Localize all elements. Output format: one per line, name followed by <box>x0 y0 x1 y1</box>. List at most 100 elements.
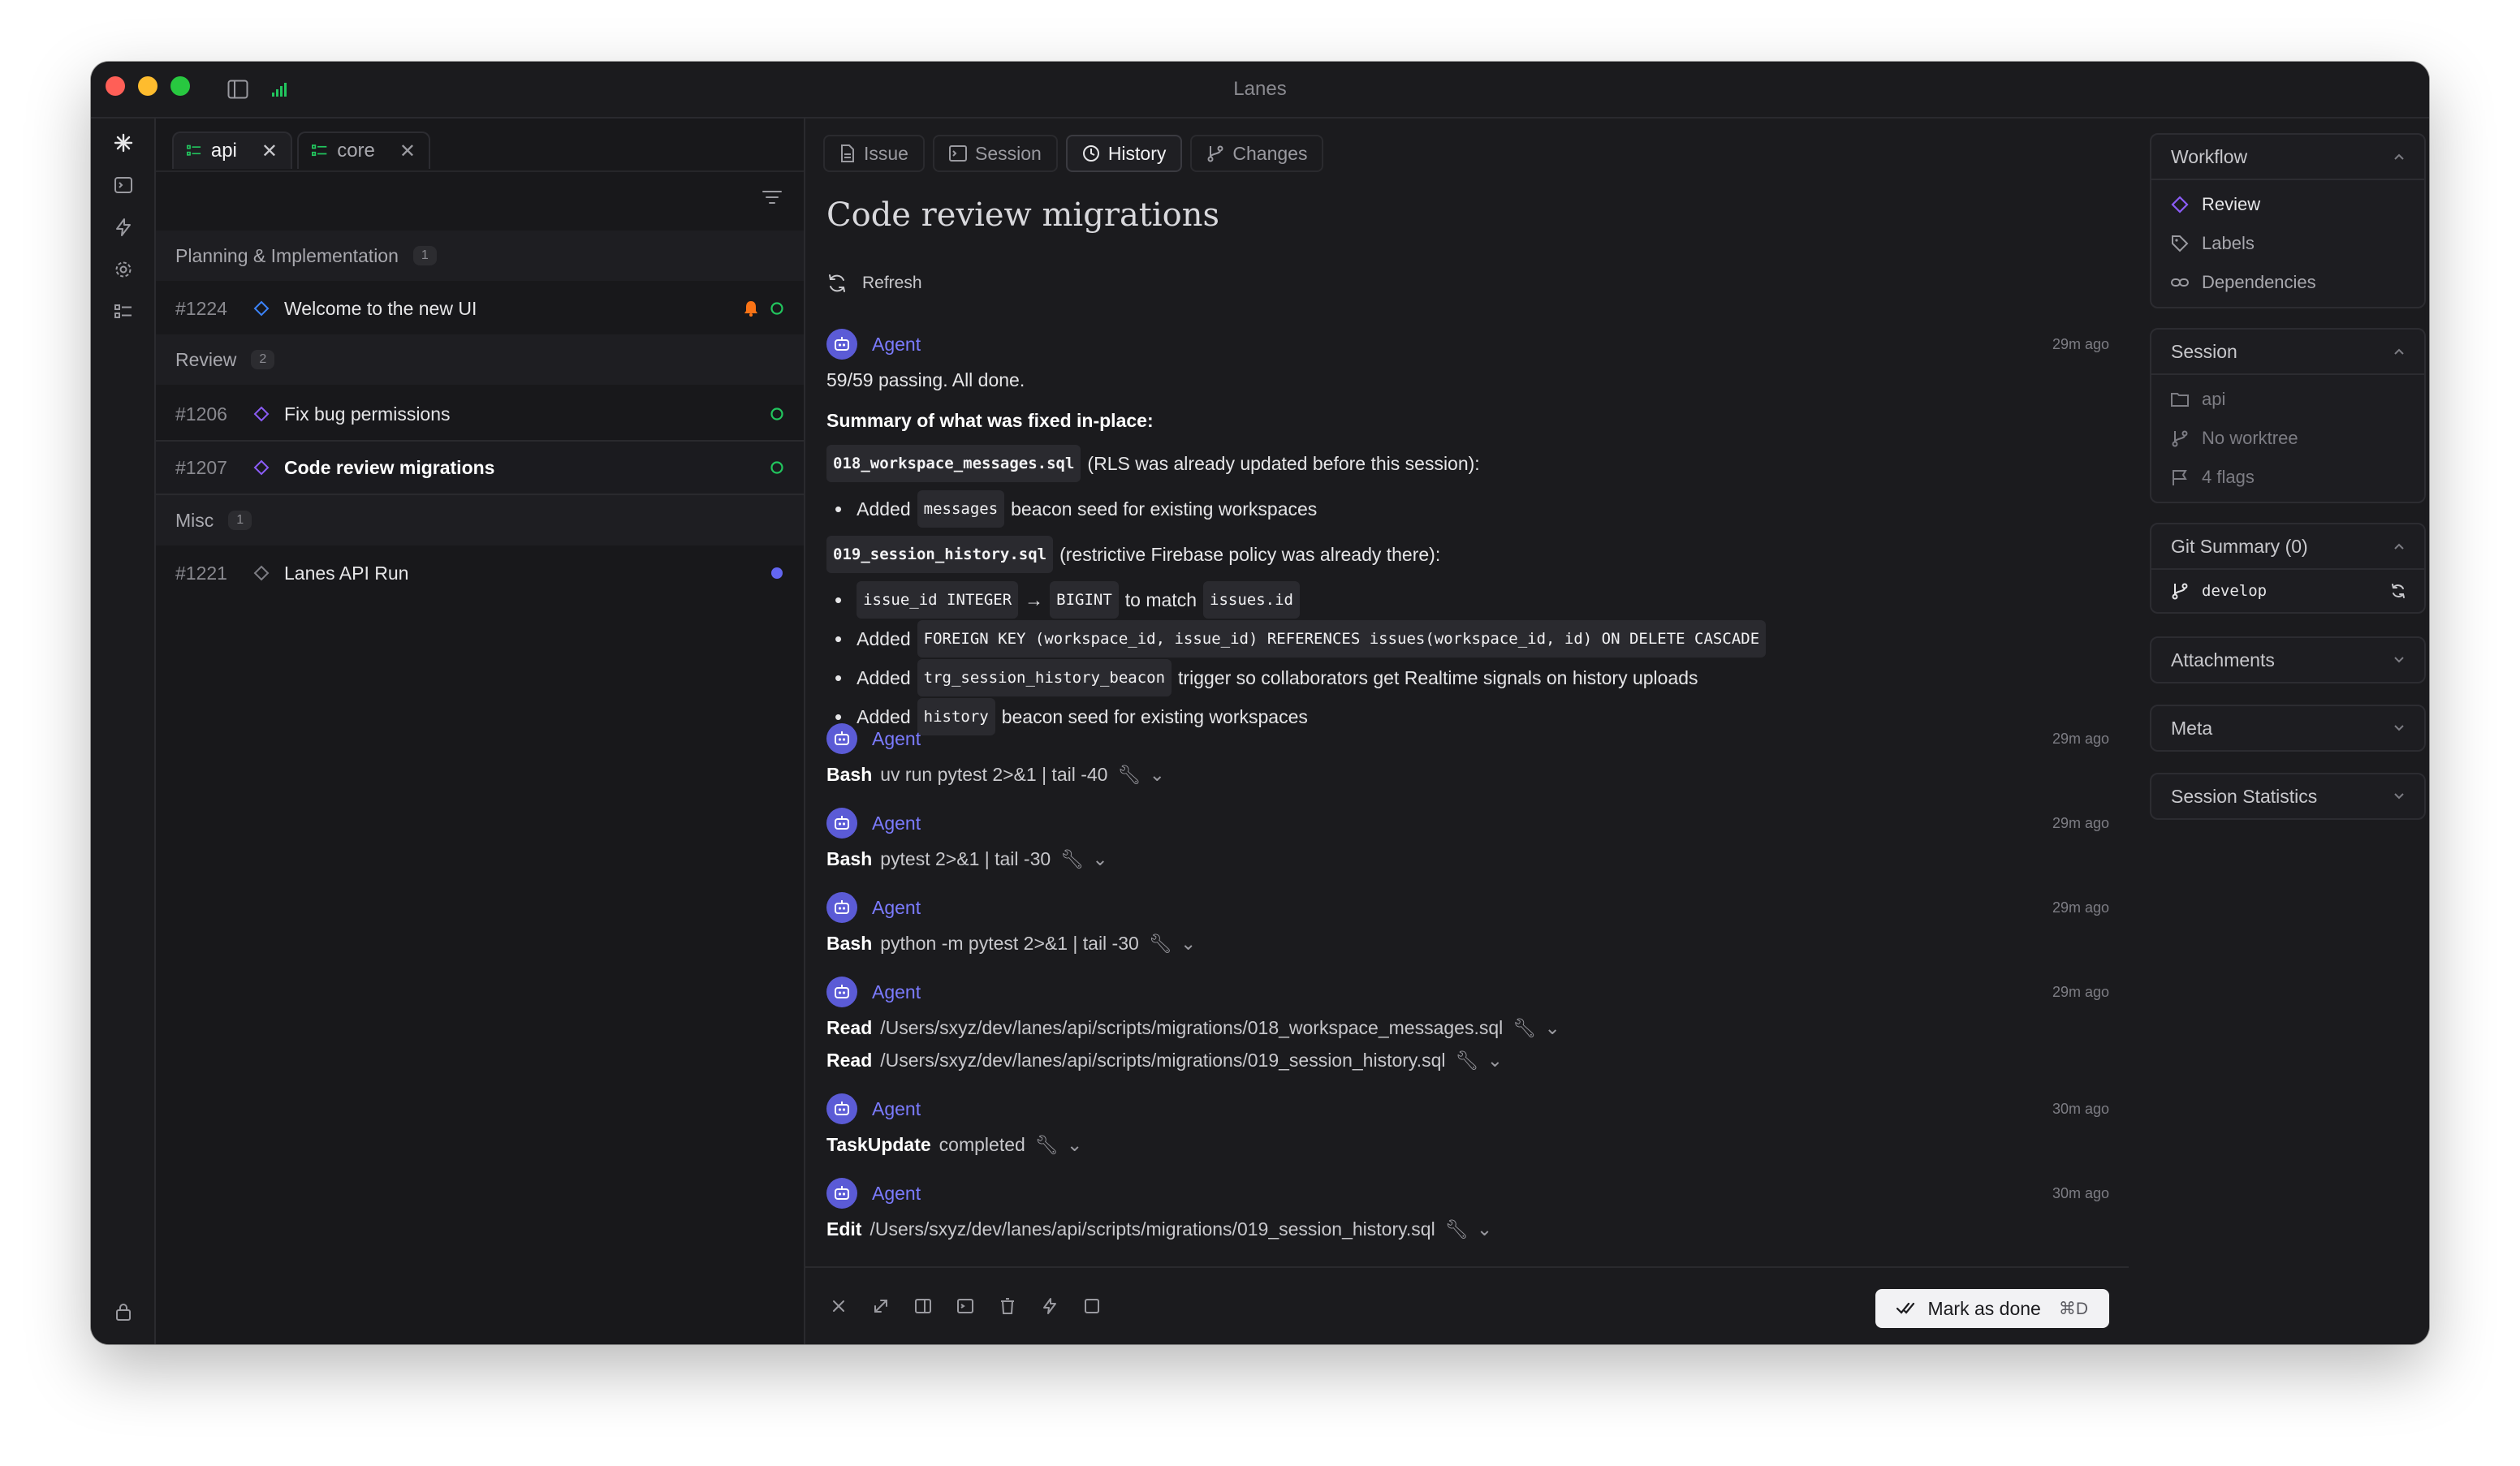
issue-row-1207[interactable]: #1207 Code review migrations <box>156 440 804 495</box>
timestamp: 30m ago <box>2052 1101 2109 1117</box>
trash-icon[interactable] <box>999 1297 1016 1315</box>
sparkle-icon[interactable] <box>114 133 133 153</box>
issue-row-1224[interactable]: #1224 Welcome to the new UI <box>156 282 804 334</box>
issue-title: Lanes API Run <box>284 562 409 584</box>
mark-as-done-button[interactable]: Mark as done ⌘D <box>1875 1289 2109 1328</box>
chevron-down-icon[interactable]: ⌄ <box>1487 1044 1503 1076</box>
tool-args: python -m pytest 2>&1 | tail -30 <box>880 933 1139 954</box>
session-folder[interactable]: api <box>2151 380 2424 419</box>
tool-args: /Users/sxyz/dev/lanes/api/scripts/migrat… <box>880 1017 1504 1038</box>
chevron-down-icon[interactable]: ⌄ <box>1477 1213 1492 1245</box>
tool-call-row[interactable]: Read /Users/sxyz/dev/lanes/api/scripts/m… <box>826 1011 2109 1044</box>
close-tab-icon[interactable]: ✕ <box>399 140 416 163</box>
issue-row-1206[interactable]: #1206 Fix bug permissions <box>156 388 804 440</box>
inline-code: issues.id <box>1203 581 1300 619</box>
bolt-icon[interactable] <box>1041 1297 1059 1315</box>
tab-issue[interactable]: Issue <box>823 135 925 172</box>
terminal-icon[interactable] <box>114 175 133 195</box>
tasks-icon <box>187 144 201 156</box>
tab-label: Issue <box>864 142 908 164</box>
gear-icon[interactable] <box>114 260 133 279</box>
group-header-review[interactable]: Review 2 <box>156 334 804 385</box>
tab-core[interactable]: core ✕ <box>297 132 430 169</box>
close-tab-icon[interactable]: ✕ <box>261 140 278 163</box>
meta-header[interactable]: Meta <box>2151 706 2424 750</box>
group-header-planning[interactable]: Planning & Implementation 1 <box>156 231 804 281</box>
tab-history[interactable]: History <box>1065 135 1183 172</box>
git-summary-header[interactable]: Git Summary (0) <box>2151 524 2424 568</box>
expand-icon[interactable] <box>872 1297 890 1315</box>
attachments-header[interactable]: Attachments <box>2151 638 2424 682</box>
session-worktree[interactable]: No worktree <box>2151 419 2424 458</box>
inline-code: BIGINT <box>1050 581 1119 619</box>
tool-call-row[interactable]: Bash uv run pytest 2>&1 | tail -40 🔧︎ ⌄ <box>826 758 2109 791</box>
tool-args: /Users/sxyz/dev/lanes/api/scripts/migrat… <box>869 1218 1435 1240</box>
history-feed[interactable]: Agent 29m ago 59/59 passing. All done. S… <box>826 328 2109 1270</box>
robot-icon <box>835 731 849 745</box>
flag-icon <box>2173 470 2187 485</box>
agent-avatar <box>826 1178 857 1209</box>
wrench-icon: 🔧︎ <box>1117 764 1141 785</box>
link-icon <box>2171 278 2189 287</box>
wrench-icon: 🔧︎ <box>1060 848 1085 869</box>
square-icon[interactable] <box>1083 1297 1101 1315</box>
branch-icon <box>1207 145 1223 162</box>
chevron-down-icon[interactable]: ⌄ <box>1092 843 1107 875</box>
terminal-icon[interactable] <box>956 1297 974 1315</box>
workflow-status-review[interactable]: Review <box>2151 185 2424 224</box>
timestamp: 29m ago <box>2052 336 2109 352</box>
document-icon <box>841 144 854 162</box>
tool-call-row[interactable]: Edit /Users/sxyz/dev/lanes/api/scripts/m… <box>826 1213 2109 1245</box>
issue-row-1221[interactable]: #1221 Lanes API Run <box>156 547 804 599</box>
refresh-button[interactable]: Refresh <box>826 273 922 294</box>
group-count-badge: 2 <box>251 350 275 369</box>
wrench-icon: 🔧︎ <box>1034 1134 1059 1155</box>
double-check-icon <box>1896 1302 1915 1314</box>
tab-label: History <box>1107 142 1167 164</box>
split-panel-icon[interactable] <box>914 1297 932 1315</box>
chevron-down-icon[interactable]: ⌄ <box>1067 1128 1082 1161</box>
tab-session[interactable]: Session <box>932 135 1058 172</box>
chevron-down-icon[interactable]: ⌄ <box>1544 1011 1560 1044</box>
history-entry: Agent 30m ago Edit /Users/sxyz/dev/lanes… <box>826 1177 2109 1245</box>
chevron-down-icon[interactable]: ⌄ <box>1180 927 1196 959</box>
group-name: Review <box>175 348 237 370</box>
filter-icon[interactable] <box>762 188 783 210</box>
workflow-labels[interactable]: Labels <box>2151 224 2424 263</box>
close-icon[interactable] <box>830 1297 848 1315</box>
chevron-up-icon <box>2394 348 2404 355</box>
git-summary-card: Git Summary (0) develop <box>2150 523 2426 614</box>
workflow-dependencies[interactable]: Dependencies <box>2151 263 2424 302</box>
group-header-misc[interactable]: Misc 1 <box>156 495 804 545</box>
lock-icon[interactable] <box>114 1302 133 1322</box>
title-bar: Lanes <box>91 62 2429 119</box>
workflow-header[interactable]: Workflow <box>2151 135 2424 179</box>
robot-icon <box>835 985 849 998</box>
sync-icon[interactable] <box>2390 583 2406 599</box>
tab-changes[interactable]: Changes <box>1190 135 1324 172</box>
session-statistics-header[interactable]: Session Statistics <box>2151 774 2424 818</box>
tool-call-row[interactable]: Read /Users/sxyz/dev/lanes/api/scripts/m… <box>826 1044 2109 1076</box>
chevron-down-icon[interactable]: ⌄ <box>1150 758 1165 791</box>
status-open-icon <box>770 461 783 474</box>
item-label: Labels <box>2202 233 2255 253</box>
wrench-icon: 🔧︎ <box>1512 1017 1537 1038</box>
history-entry: Agent 30m ago TaskUpdate completed 🔧︎ ⌄ <box>826 1093 2109 1161</box>
tasks-icon[interactable] <box>114 302 133 321</box>
tab-label: core <box>337 140 375 162</box>
session-header[interactable]: Session <box>2151 330 2424 373</box>
tool-call-row[interactable]: Bash python -m pytest 2>&1 | tail -30 🔧︎… <box>826 927 2109 959</box>
tool-call-row[interactable]: TaskUpdate completed 🔧︎ ⌄ <box>826 1128 2109 1161</box>
tab-label: Session <box>974 142 1042 164</box>
inline-code: messages <box>917 490 1005 528</box>
summary-heading: Summary of what was fixed in-place: <box>826 410 1154 431</box>
item-label: api <box>2202 389 2226 409</box>
git-branch-row[interactable]: develop <box>2151 571 2424 610</box>
tab-label: Changes <box>1232 142 1308 164</box>
bolt-icon[interactable] <box>114 218 133 237</box>
wrench-icon: 🔧︎ <box>1148 933 1173 954</box>
tab-api[interactable]: api ✕ <box>172 132 292 169</box>
tool-call-row[interactable]: Bash pytest 2>&1 | tail -30 🔧︎ ⌄ <box>826 843 2109 875</box>
tag-icon <box>2172 235 2189 252</box>
session-flags[interactable]: 4 flags <box>2151 458 2424 497</box>
